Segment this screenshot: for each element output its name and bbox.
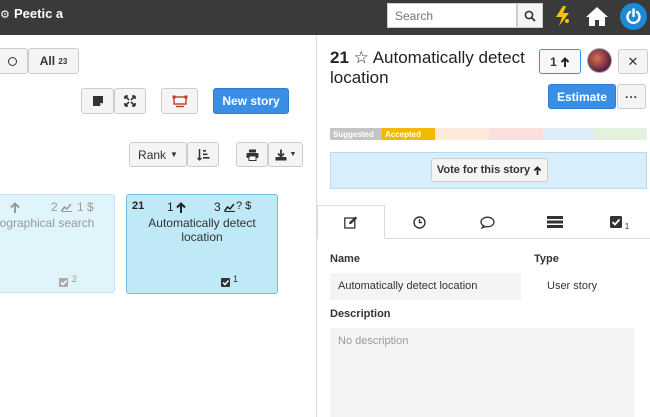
sticky-note-button[interactable] [81, 88, 114, 114]
state-planned[interactable] [489, 128, 543, 140]
avatar[interactable] [587, 48, 612, 73]
description-label: Description [330, 308, 391, 320]
sprint-button[interactable] [161, 88, 198, 114]
clock-icon [413, 215, 426, 229]
close-button[interactable]: ✕ [618, 49, 648, 74]
state-accepted[interactable]: Accepted [382, 128, 435, 140]
caret-down-icon: ▼ [289, 151, 297, 158]
card-title: Automatically detect location [148, 216, 256, 244]
card-title: ographical search [0, 216, 95, 230]
print-button[interactable] [236, 142, 268, 167]
tasks-count: 1 [624, 221, 630, 231]
tab-comments[interactable] [453, 205, 521, 239]
name-field[interactable]: Automatically detect location [330, 273, 521, 300]
search-icon [524, 10, 536, 22]
star-icon[interactable]: ☆ [354, 48, 369, 67]
project-name[interactable]: ⚙ Peetic a [0, 6, 63, 21]
search-button[interactable] [517, 3, 543, 28]
search-input[interactable] [387, 3, 517, 28]
close-icon: ✕ [627, 53, 639, 69]
checkbox-icon [609, 216, 622, 228]
tab-details[interactable] [317, 205, 385, 239]
card-points: 3 [214, 200, 221, 214]
tab-acceptance-tests[interactable] [521, 205, 589, 239]
card-points-suffix: ? $ [236, 200, 252, 212]
card-points: 1 $ [77, 200, 94, 214]
tasks-icon [59, 274, 68, 292]
card-votes: 1 [167, 200, 174, 214]
description-field[interactable]: No description [330, 328, 634, 417]
tab-activities[interactable] [386, 205, 453, 239]
card-votes: 2 [51, 200, 58, 214]
chart-icon [224, 203, 235, 212]
rank-dropdown[interactable]: Rank ▼ [129, 142, 187, 167]
state-estimated[interactable] [435, 128, 489, 140]
type-label: Type [534, 253, 559, 265]
filter-all-button[interactable]: All 23 [28, 48, 79, 74]
edit-icon [344, 216, 358, 229]
chart-icon [61, 203, 72, 212]
story-card[interactable]: 21 1 3 ? $ Automatically detect location… [126, 194, 278, 294]
story-card[interactable]: 2 1 $ ographical search 2 [0, 194, 115, 293]
state-in-progress[interactable] [543, 128, 594, 140]
ellipsis-icon: ... [624, 87, 638, 101]
name-label: Name [330, 253, 360, 265]
sprint-icon [172, 95, 187, 107]
vote-arrow-icon [10, 202, 20, 213]
arrow-up-icon [533, 165, 542, 175]
filter-circle-button[interactable] [0, 48, 28, 74]
estimate-button[interactable]: Estimate [548, 84, 616, 109]
card-tasks-count: 2 [72, 274, 78, 284]
arrow-up-icon [560, 56, 570, 67]
vote-arrow-icon [176, 202, 186, 213]
sort-icon [196, 149, 209, 161]
circle-icon [7, 56, 17, 66]
top-bar: ⚙ Peetic a [0, 0, 650, 35]
more-options-button[interactable]: ... [617, 84, 646, 109]
card-tasks-count: 1 [233, 274, 239, 284]
export-dropdown[interactable]: ▼ [268, 142, 303, 167]
sticky-note-icon [92, 96, 103, 106]
fullscreen-button[interactable] [114, 88, 146, 114]
state-done[interactable] [594, 128, 647, 140]
lightning-icon[interactable] [553, 5, 573, 32]
sort-order-button[interactable] [187, 142, 219, 167]
tab-tasks[interactable]: 1 [589, 205, 650, 239]
tasks-icon [221, 274, 230, 292]
vote-for-story-button[interactable]: Vote for this story [431, 158, 548, 182]
caret-down-icon: ▼ [170, 150, 178, 159]
new-story-button[interactable]: New story [213, 88, 289, 114]
state-suggested[interactable]: Suggested [330, 128, 382, 140]
download-icon [275, 149, 287, 160]
project-icon: ⚙ [0, 9, 10, 21]
list-icon [547, 216, 563, 228]
power-icon[interactable] [620, 3, 647, 30]
story-title: 21 ☆ Automatically detect location [330, 48, 525, 87]
vote-button[interactable]: 1 [539, 49, 581, 74]
card-id: 21 [132, 200, 145, 212]
home-icon[interactable] [585, 5, 609, 32]
comment-icon [479, 216, 495, 229]
print-icon [246, 149, 258, 161]
expand-icon [124, 95, 136, 107]
type-value[interactable]: User story [547, 280, 597, 292]
